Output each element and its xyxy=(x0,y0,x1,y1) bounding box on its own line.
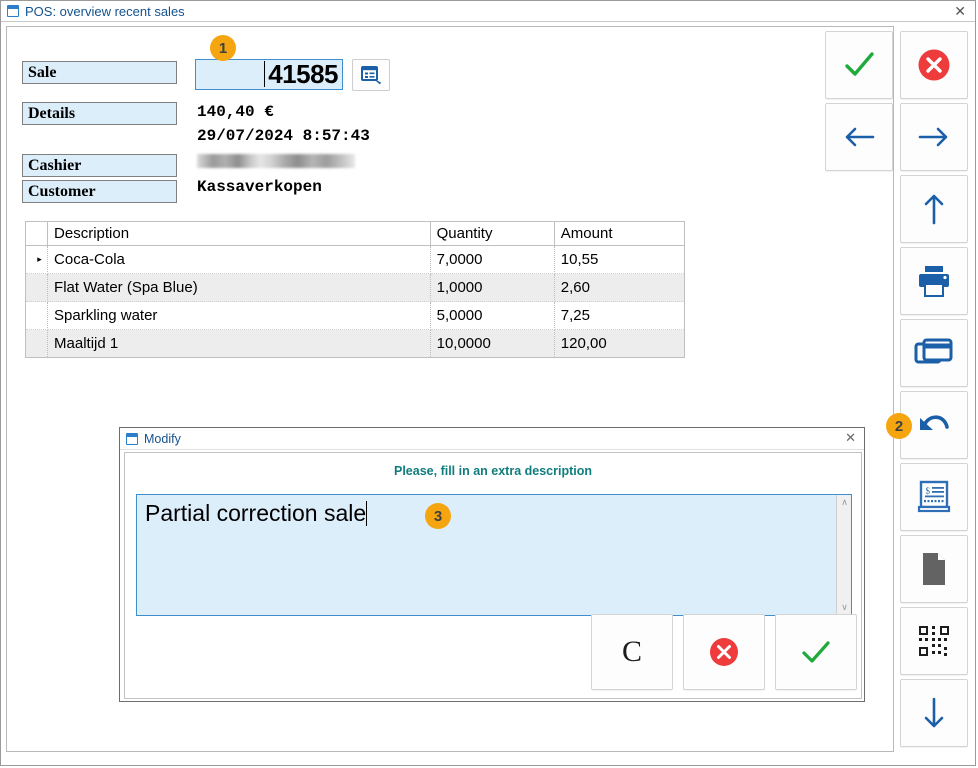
window-icon xyxy=(7,5,19,17)
table-row[interactable]: Flat Water (Spa Blue) 1,0000 2,60 xyxy=(26,274,685,302)
arrow-right-icon xyxy=(914,122,954,152)
svg-text:$: $ xyxy=(926,486,931,496)
error-circle-icon xyxy=(706,634,742,670)
cell-description: Coca-Cola xyxy=(48,246,431,274)
modify-dialog: Modify ✕ Please, fill in an extra descri… xyxy=(119,427,865,702)
cashier-value-redacted xyxy=(197,154,355,168)
label-details: Details xyxy=(22,102,177,125)
arrow-up-icon xyxy=(919,189,949,229)
cell-amount: 120,00 xyxy=(554,330,684,358)
table-header-description: Description xyxy=(48,222,431,246)
table-header-quantity: Quantity xyxy=(430,222,554,246)
scroll-down-arrow-icon[interactable]: ∨ xyxy=(840,603,849,612)
label-cashier: Cashier xyxy=(22,154,177,177)
dialog-confirm-button[interactable] xyxy=(775,614,857,690)
search-records-icon xyxy=(360,64,382,86)
cell-amount: 10,55 xyxy=(554,246,684,274)
clear-button[interactable]: C xyxy=(591,614,673,690)
previous-button[interactable] xyxy=(825,103,893,171)
confirm-button[interactable] xyxy=(825,31,893,99)
invoice-button[interactable]: $ xyxy=(900,463,968,531)
cell-description: Maaltijd 1 xyxy=(48,330,431,358)
document-icon xyxy=(919,550,949,588)
cell-description: Sparkling water xyxy=(48,302,431,330)
cancel-button[interactable] xyxy=(900,31,968,99)
right-toolbar: $ xyxy=(899,26,973,752)
row-indicator: ▸ xyxy=(26,246,48,274)
cell-quantity: 1,0000 xyxy=(430,274,554,302)
annotation-badge-2: 2 xyxy=(886,413,912,439)
sale-datetime-value: 29/07/2024 8:57:43 xyxy=(197,127,370,145)
table-header-row: Description Quantity Amount xyxy=(26,222,685,246)
table-row[interactable]: Sparkling water 5,0000 7,25 xyxy=(26,302,685,330)
arrow-down-icon xyxy=(919,693,949,733)
next-button[interactable] xyxy=(900,103,968,171)
payment-button[interactable] xyxy=(900,319,968,387)
arrow-left-icon xyxy=(839,122,879,152)
cell-amount: 7,25 xyxy=(554,302,684,330)
window-close-button[interactable]: ✕ xyxy=(954,3,966,20)
page-title: POS: overview recent sales xyxy=(25,4,185,19)
printer-icon xyxy=(914,263,954,299)
row-indicator xyxy=(26,330,48,358)
modify-dialog-title-bar: Modify ✕ xyxy=(120,428,864,450)
label-customer: Customer xyxy=(22,180,177,203)
modify-dialog-close-button[interactable]: ✕ xyxy=(845,430,856,446)
table-header-indicator xyxy=(26,222,48,246)
annotation-badge-1: 1 xyxy=(210,35,236,61)
modify-dialog-title: Modify xyxy=(144,432,181,446)
scroll-up-arrow-icon[interactable]: ∧ xyxy=(840,498,849,507)
print-button[interactable] xyxy=(900,247,968,315)
document-button[interactable] xyxy=(900,535,968,603)
row-indicator xyxy=(26,274,48,302)
annotation-badge-3: 3 xyxy=(425,503,451,529)
clear-button-label: C xyxy=(622,635,642,669)
check-icon xyxy=(838,46,880,84)
sale-amount-value: 140,40 € xyxy=(197,103,274,121)
dialog-cancel-button[interactable] xyxy=(683,614,765,690)
row-indicator xyxy=(26,302,48,330)
sale-number-value: 41585 xyxy=(268,59,338,90)
customer-value: Kassaverkopen xyxy=(197,178,322,196)
content-panel: Sale Details Cashier Customer 41585 140,… xyxy=(6,26,894,752)
description-value: Partial correction sale xyxy=(145,500,366,526)
search-records-button[interactable] xyxy=(352,59,390,91)
modify-dialog-body: Please, fill in an extra description Par… xyxy=(124,452,862,699)
cards-icon xyxy=(913,336,955,370)
qr-code-button[interactable] xyxy=(900,607,968,675)
cell-amount: 2,60 xyxy=(554,274,684,302)
textarea-scrollbar[interactable]: ∧ ∨ xyxy=(836,495,851,615)
sales-lines-table: Description Quantity Amount ▸ Coca-Cola … xyxy=(25,221,685,358)
cell-quantity: 5,0000 xyxy=(430,302,554,330)
label-sale: Sale xyxy=(22,61,177,84)
text-caret xyxy=(366,501,367,526)
description-textarea[interactable]: Partial correction sale ∧ ∨ xyxy=(136,494,852,616)
cell-quantity: 10,0000 xyxy=(430,330,554,358)
error-circle-icon xyxy=(914,45,954,85)
window-title-bar: POS: overview recent sales ✕ xyxy=(1,1,975,22)
receipt-icon: $ xyxy=(916,478,952,516)
cell-quantity: 7,0000 xyxy=(430,246,554,274)
qr-code-icon xyxy=(916,623,952,659)
pos-window: POS: overview recent sales ✕ Sale Detail… xyxy=(0,0,976,766)
undo-arrow-icon xyxy=(914,408,954,442)
table-header-amount: Amount xyxy=(554,222,684,246)
dialog-window-icon xyxy=(126,433,138,445)
scroll-up-button[interactable] xyxy=(900,175,968,243)
sale-number-input[interactable]: 41585 xyxy=(195,59,343,90)
table-row[interactable]: ▸ Coca-Cola 7,0000 10,55 xyxy=(26,246,685,274)
check-icon xyxy=(796,634,836,670)
scroll-down-button[interactable] xyxy=(900,679,968,747)
modify-dialog-prompt: Please, fill in an extra description xyxy=(125,453,861,478)
cell-description: Flat Water (Spa Blue) xyxy=(48,274,431,302)
table-row[interactable]: Maaltijd 1 10,0000 120,00 xyxy=(26,330,685,358)
